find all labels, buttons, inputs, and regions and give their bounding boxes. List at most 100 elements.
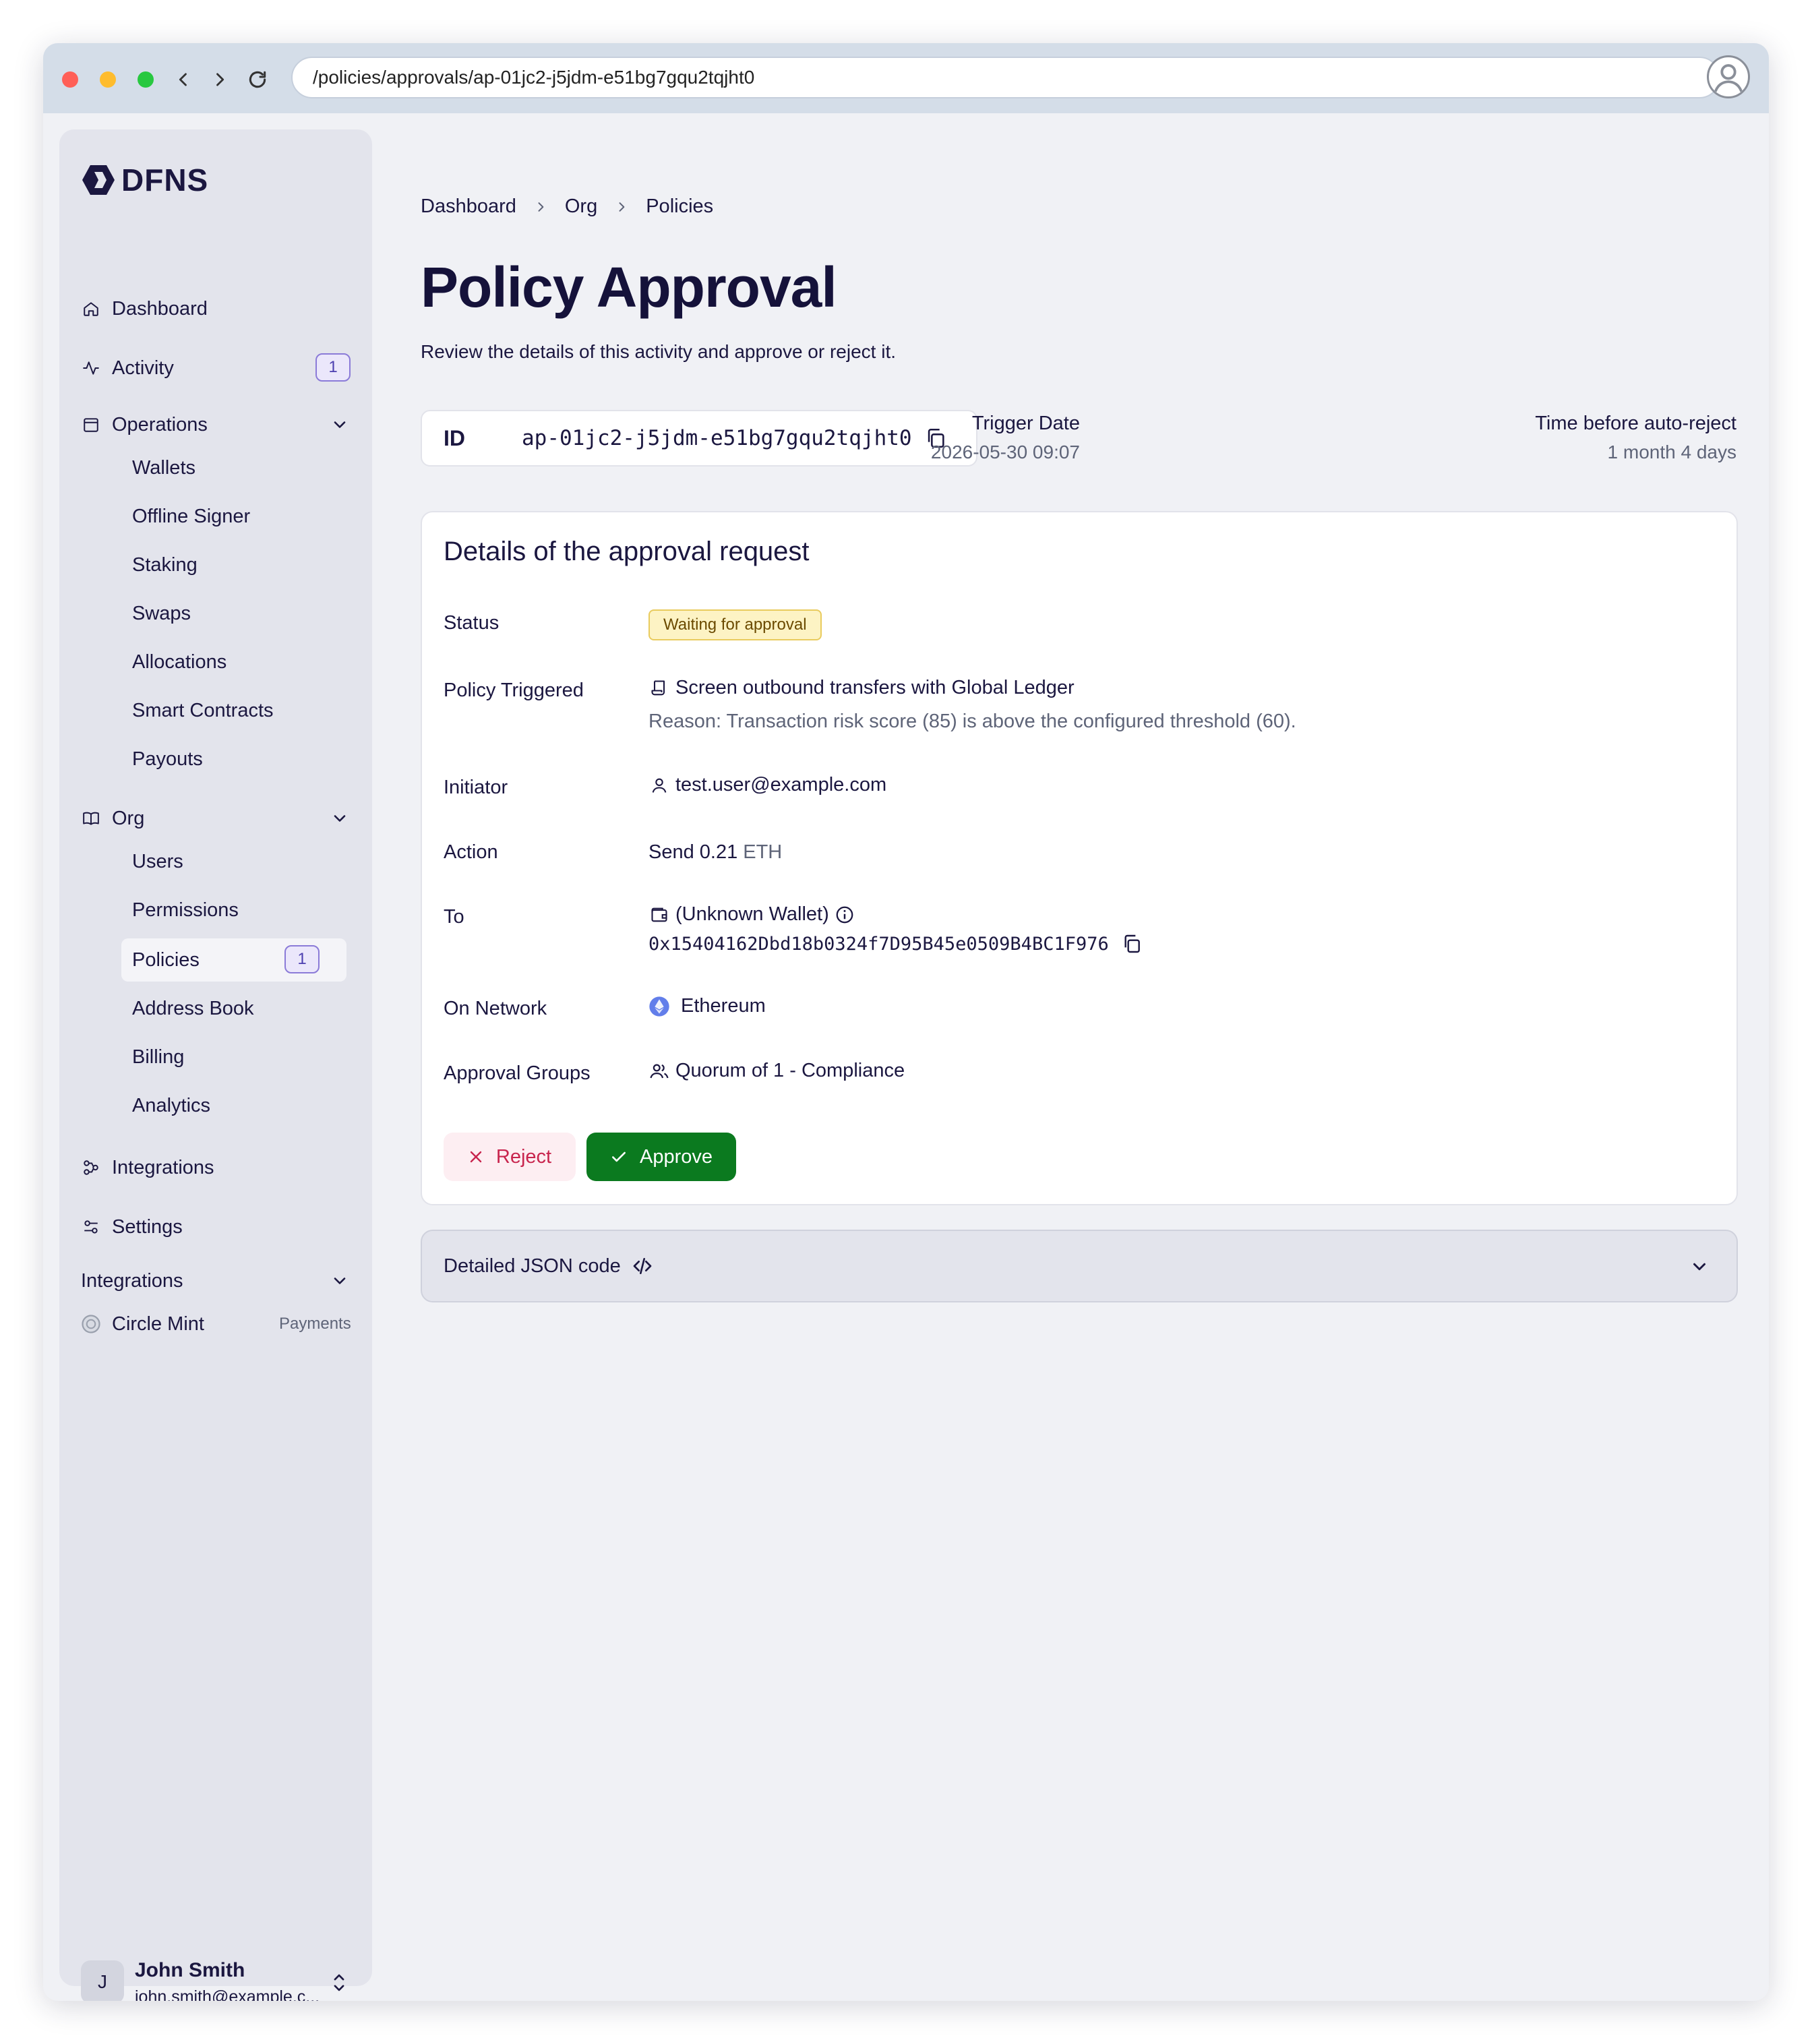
user-name: John Smith — [135, 1959, 245, 1981]
policy-name-text: Screen outbound transfers with Global Le… — [675, 677, 1075, 698]
integration-tag: Payments — [279, 1315, 351, 1333]
chevron-up-down-icon[interactable] — [329, 1971, 349, 1994]
policy-label: Policy Triggered — [444, 680, 584, 701]
sidebar-item-analytics[interactable]: Analytics — [132, 1089, 210, 1122]
book-icon — [81, 808, 101, 829]
url-text: /policies/approvals/ap-01jc2-j5jdm-e51bg… — [313, 67, 755, 88]
sidebar-item-permissions[interactable]: Permissions — [132, 894, 239, 926]
copy-icon[interactable] — [1121, 933, 1143, 955]
sidebar-item-users[interactable]: Users — [132, 845, 183, 878]
sidebar-item-staking[interactable]: Staking — [132, 549, 198, 581]
sidebar-item-label: Integrations — [112, 1156, 214, 1178]
auto-reject-value: 1 month 4 days — [1607, 442, 1737, 462]
action-unit: ETH — [743, 841, 783, 863]
policy-name[interactable]: Screen outbound transfers with Global Le… — [648, 677, 1075, 699]
browser-window: /policies/approvals/ap-01jc2-j5jdm-e51bg… — [43, 43, 1769, 2001]
sidebar-item-billing[interactable]: Billing — [132, 1041, 184, 1073]
sidebar-item-circle-mint[interactable]: Circle Mint — [81, 1308, 204, 1340]
reject-label: Reject — [495, 1145, 552, 1168]
trigger-date-value: 2026-05-30 09:07 — [930, 442, 1080, 462]
logo[interactable]: DFNS — [81, 162, 208, 198]
integrations-icon — [81, 1158, 101, 1178]
policies-count-badge: 1 — [284, 945, 320, 973]
code-icon — [632, 1255, 653, 1277]
user-icon — [648, 775, 670, 796]
policy-reason: Reason: Transaction risk score (85) is a… — [648, 711, 1296, 732]
to-label: To — [444, 906, 464, 928]
chevron-down-icon[interactable] — [1689, 1257, 1710, 1277]
to-address: 0x15404162Dbd18b0324f7D95B45e0509B4BC1F9… — [648, 933, 1109, 955]
calendar-icon — [81, 415, 101, 435]
chevron-right-icon — [534, 200, 547, 214]
sidebar-item-activity[interactable]: Activity — [81, 352, 174, 384]
sidebar-item-label: Circle Mint — [112, 1313, 204, 1335]
sidebar-item-address-book[interactable]: Address Book — [132, 992, 254, 1025]
network-label: On Network — [444, 998, 547, 1019]
to-wallet: (Unknown Wallet) — [648, 903, 855, 926]
groups-label: Approval Groups — [444, 1062, 591, 1084]
sidebar-item-dashboard[interactable]: Dashboard — [81, 293, 208, 325]
sidebar-item-smart-contracts[interactable]: Smart Contracts — [132, 694, 274, 727]
to-wallet-name: (Unknown Wallet) — [675, 903, 829, 925]
action-label: Action — [444, 841, 498, 863]
sidebar-item-settings[interactable]: Settings — [81, 1211, 183, 1243]
groups-value: Quorum of 1 - Compliance — [648, 1060, 905, 1082]
approve-label: Approve — [639, 1145, 713, 1168]
main-content: Dashboard Org Policies Policy Approval R… — [421, 113, 1769, 2001]
approval-id-box: ID ap-01jc2-j5jdm-e51bg7gqu2tqjht0 — [421, 410, 977, 467]
approve-button[interactable]: Approve — [586, 1133, 736, 1181]
sidebar-section-integrations[interactable]: Integrations — [81, 1265, 183, 1297]
section-title: Integrations — [81, 1269, 183, 1292]
chevron-down-icon[interactable] — [330, 415, 349, 434]
scroll-icon — [648, 678, 670, 699]
logo-text: DFNS — [121, 162, 209, 198]
sidebar-item-policies[interactable]: Policies — [132, 944, 200, 976]
status-label: Status — [444, 612, 500, 634]
sidebar-item-wallets[interactable]: Wallets — [132, 452, 195, 484]
sidebar-group-operations[interactable]: Operations — [81, 409, 208, 441]
trigger-date-label: Trigger Date — [971, 413, 1080, 434]
json-code-accordion[interactable]: Detailed JSON code — [421, 1230, 1738, 1302]
sidebar-item-label: Activity — [112, 357, 174, 379]
sidebar-item-label: Settings — [112, 1215, 183, 1238]
user-email: john.smith@example.c... — [135, 1987, 320, 2001]
minimize-window-button[interactable] — [100, 71, 116, 88]
page-subtitle: Review the details of this activity and … — [421, 341, 897, 362]
reject-button[interactable]: Reject — [444, 1133, 576, 1181]
forward-icon[interactable] — [206, 66, 233, 93]
groups-text: Quorum of 1 - Compliance — [675, 1060, 905, 1081]
x-icon — [470, 1151, 482, 1163]
close-window-button[interactable] — [62, 71, 78, 88]
chevron-right-icon — [615, 200, 628, 214]
profile-icon[interactable] — [1707, 55, 1750, 98]
reload-icon[interactable] — [244, 66, 271, 93]
sidebar-item-offline-signer[interactable]: Offline Signer — [132, 500, 250, 533]
user-avatar[interactable]: J — [81, 1960, 124, 2001]
breadcrumb-dashboard[interactable]: Dashboard — [421, 196, 516, 218]
sidebar-item-integrations[interactable]: Integrations — [81, 1151, 214, 1184]
sliders-icon — [81, 1217, 101, 1237]
action-value: Send 0.21 ETH — [648, 841, 782, 864]
initiator-value: test.user@example.com — [648, 774, 886, 796]
initiator-email: test.user@example.com — [675, 774, 887, 795]
info-icon[interactable] — [835, 905, 855, 925]
breadcrumb-policies[interactable]: Policies — [646, 196, 713, 218]
action-amount: Send 0.21 — [648, 841, 738, 863]
auto-reject-timer: Time before auto-reject 1 month 4 days — [1535, 413, 1737, 463]
sidebar-item-payouts[interactable]: Payouts — [132, 743, 203, 775]
wallet-icon — [648, 904, 670, 926]
breadcrumb-org[interactable]: Org — [565, 196, 597, 218]
sidebar-item-swaps[interactable]: Swaps — [132, 597, 191, 630]
auto-reject-label: Time before auto-reject — [1535, 413, 1737, 434]
sidebar-item-allocations[interactable]: Allocations — [132, 646, 227, 678]
trigger-date: Trigger Date 2026-05-30 09:07 — [931, 413, 1080, 463]
back-icon[interactable] — [170, 66, 197, 93]
id-value: ap-01jc2-j5jdm-e51bg7gqu2tqjht0 — [522, 426, 912, 450]
card-title: Details of the approval request — [444, 537, 810, 566]
maximize-window-button[interactable] — [138, 71, 154, 88]
chevron-down-icon[interactable] — [330, 809, 349, 828]
address-bar[interactable]: /policies/approvals/ap-01jc2-j5jdm-e51bg… — [291, 57, 1720, 98]
sidebar-group-org[interactable]: Org — [81, 802, 144, 835]
activity-icon — [81, 358, 101, 378]
chevron-down-icon[interactable] — [330, 1271, 349, 1290]
